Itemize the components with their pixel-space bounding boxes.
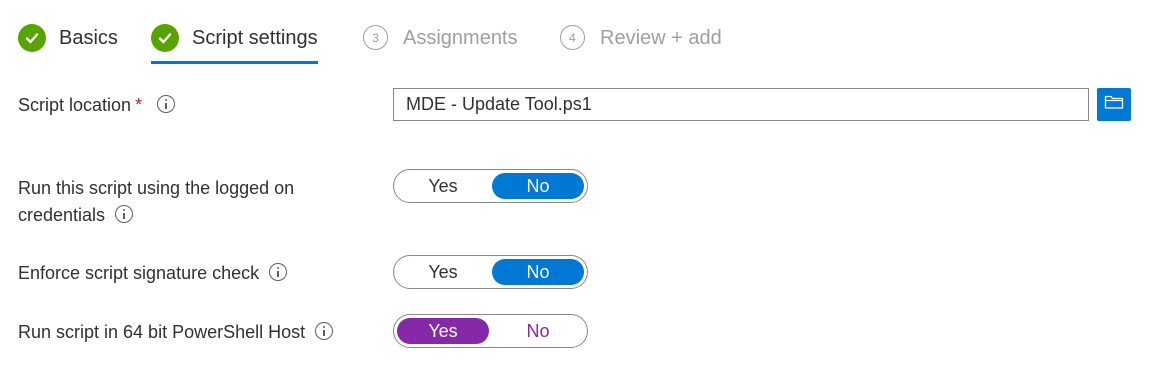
powershell-64bit-label: Run script in 64 bit PowerShell Host (18, 319, 334, 346)
wizard-steps: Basics Script settings 3 Assignments 4 R… (0, 0, 1166, 70)
step-number-badge: 3 (363, 25, 388, 50)
label-text: Run script in 64 bit PowerShell Host (18, 322, 306, 342)
folder-icon (1104, 94, 1124, 115)
required-asterisk: * (135, 95, 143, 115)
step-label: Script settings (192, 27, 318, 49)
step-basics[interactable]: Basics (18, 24, 118, 66)
checkmark-icon (18, 24, 46, 52)
label-line: Run this script using the logged on (18, 178, 295, 198)
script-location-label: Script location * (18, 92, 176, 119)
step-review-add[interactable]: 4 Review + add (560, 24, 722, 66)
logged-on-credentials-label: Run this script using the logged on cred… (18, 175, 294, 229)
info-icon[interactable] (115, 205, 134, 223)
toggle-option-no[interactable]: No (492, 259, 584, 285)
toggle-option-no[interactable]: No (492, 173, 584, 199)
label-text: Enforce script signature check (18, 263, 260, 283)
signature-check-label: Enforce script signature check (18, 260, 288, 287)
info-icon[interactable] (269, 263, 288, 281)
logged-on-credentials-toggle: Yes No (393, 169, 588, 203)
script-settings-page: Basics Script settings 3 Assignments 4 R… (0, 0, 1166, 373)
signature-check-toggle: Yes No (393, 255, 588, 289)
browse-file-button[interactable] (1097, 88, 1131, 121)
toggle-option-yes[interactable]: Yes (397, 173, 489, 199)
info-icon[interactable] (315, 322, 334, 340)
toggle-option-yes[interactable]: Yes (397, 259, 489, 285)
powershell-64bit-toggle: Yes No (393, 314, 588, 348)
toggle-option-yes[interactable]: Yes (397, 318, 489, 344)
script-location-text: Script location (18, 95, 132, 115)
step-label: Review + add (600, 27, 722, 49)
toggle-option-no[interactable]: No (492, 318, 584, 344)
step-label: Basics (59, 27, 118, 49)
info-icon[interactable] (157, 95, 176, 113)
checkmark-icon (151, 24, 179, 52)
script-location-field[interactable]: MDE - Update Tool.ps1 (393, 88, 1089, 121)
label-line: credentials (18, 205, 106, 225)
step-number-badge: 4 (560, 25, 585, 50)
step-assignments[interactable]: 3 Assignments (363, 24, 518, 66)
step-label: Assignments (403, 27, 518, 49)
step-script-settings[interactable]: Script settings (151, 24, 318, 66)
